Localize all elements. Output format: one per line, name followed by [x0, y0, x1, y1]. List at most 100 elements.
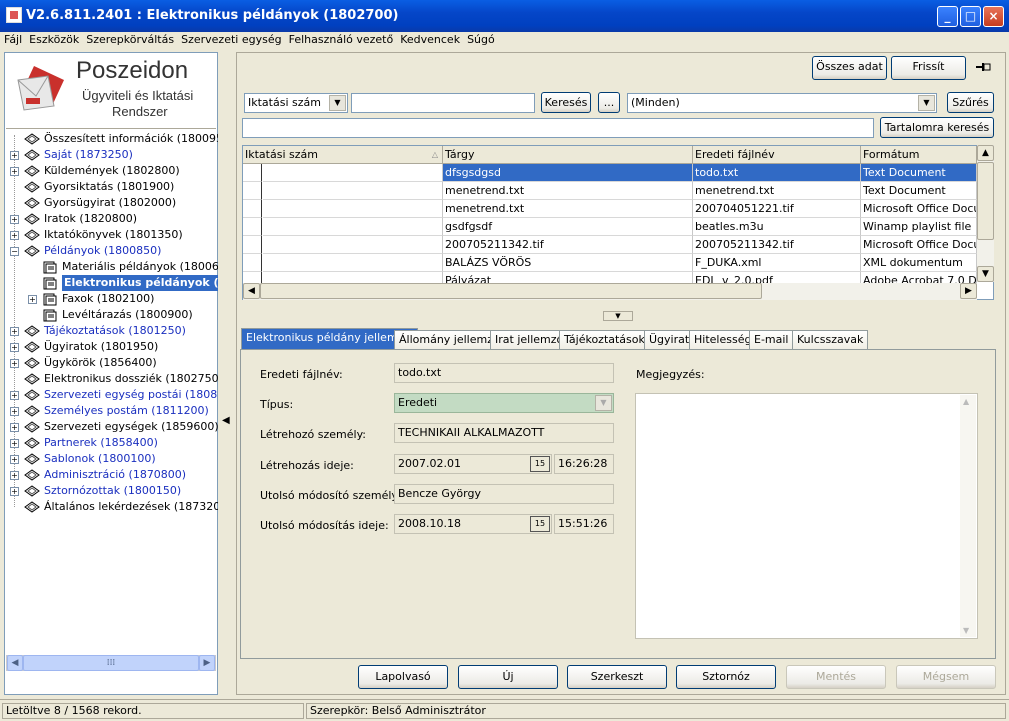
expand-icon[interactable]: +	[10, 359, 19, 368]
tree-item[interactable]: + Személyes postám (1811200)	[6, 403, 218, 419]
row-header[interactable]	[243, 182, 262, 200]
table-cell[interactable]: todo.txt	[693, 164, 861, 182]
calendar-icon[interactable]: 15	[530, 456, 550, 472]
expand-icon[interactable]: +	[10, 343, 19, 352]
expand-icon[interactable]: +	[10, 391, 19, 400]
edit-button[interactable]: Szerkeszt	[567, 665, 667, 689]
tree-item[interactable]: + Iktatókönyvek (1801350)	[6, 227, 218, 243]
table-cell[interactable]: Microsoft Office Docume	[861, 236, 977, 254]
tree-item[interactable]: + Tájékoztatások (1801250)	[6, 323, 218, 339]
column-header-eredeti-fajlnev[interactable]: Eredeti fájlnév	[693, 146, 861, 164]
chevron-down-icon[interactable]: ▼	[918, 95, 935, 111]
table-cell[interactable]: 200705211342.tif	[693, 236, 861, 254]
tab-authenticity[interactable]: Hitelesség	[689, 330, 757, 349]
app-icon[interactable]	[6, 7, 22, 23]
scroll-thumb[interactable]	[260, 283, 762, 299]
scroll-down-arrow-icon[interactable]: ▼	[977, 266, 994, 282]
close-button[interactable]: ×	[983, 6, 1004, 27]
tree-item[interactable]: + Sablonok (1800100)	[6, 451, 218, 467]
expand-icon[interactable]: +	[10, 231, 19, 240]
row-header[interactable]	[243, 200, 262, 218]
ellipsis-button[interactable]: ...	[598, 92, 620, 113]
scroll-thumb[interactable]: ⁞⁞⁞	[23, 655, 199, 671]
grid-horizontal-scrollbar[interactable]: ◀ ▶	[243, 283, 977, 300]
tree-item[interactable]: + Sztornózottak (1800150)	[6, 483, 218, 499]
grid-vertical-scrollbar[interactable]: ▲ ▼	[977, 145, 994, 282]
menu-file[interactable]: Fájl	[1, 32, 25, 48]
tree-item[interactable]: + Partnerek (1858400)	[6, 435, 218, 451]
expand-detail-button[interactable]: ▼	[603, 311, 633, 321]
scroll-down-arrow-icon[interactable]: ▼	[963, 626, 969, 635]
tree-item[interactable]: Összesített információk (1800950)	[6, 131, 218, 147]
minimize-button[interactable]: _	[937, 6, 958, 27]
tab-email[interactable]: E-mail	[749, 330, 794, 349]
calendar-icon[interactable]: 15	[530, 516, 550, 532]
table-cell[interactable]: Text Document	[861, 182, 977, 200]
search-input[interactable]	[351, 93, 535, 113]
scanner-button[interactable]: Lapolvasó	[358, 665, 448, 689]
table-cell[interactable]: XML dokumentum	[861, 254, 977, 272]
menu-user-leader[interactable]: Felhasználó vezető	[286, 32, 397, 48]
expand-icon[interactable]: +	[10, 327, 19, 336]
expand-icon[interactable]: +	[10, 407, 19, 416]
created-date-field[interactable]: 2007.02.01 15	[394, 454, 552, 474]
table-cell[interactable]: 200705211342.tif	[443, 236, 693, 254]
expand-icon[interactable]: +	[10, 423, 19, 432]
tree-item[interactable]: + Adminisztráció (1870800)	[6, 467, 218, 483]
menu-role-switch[interactable]: Szerepkörváltás	[83, 32, 177, 48]
tree-item[interactable]: + Szervezeti egység postái (1808000)	[6, 387, 218, 403]
chevron-down-icon[interactable]: ▼	[329, 95, 346, 111]
orig-name-field[interactable]: todo.txt	[394, 363, 614, 383]
scroll-thumb[interactable]	[977, 162, 994, 240]
content-search-button[interactable]: Tartalomra keresés	[880, 117, 994, 138]
tree-item[interactable]: Elektronikus példányok (18	[6, 275, 218, 291]
modifier-field[interactable]: Bencze György	[394, 484, 614, 504]
note-textarea[interactable]: ▲ ▼	[635, 393, 978, 639]
tree-item[interactable]: + Iratok (1820800)	[6, 211, 218, 227]
expand-icon[interactable]: +	[10, 215, 19, 224]
discard-button[interactable]: Mégsem	[896, 665, 996, 689]
modified-time-field[interactable]: 15:51:26	[554, 514, 614, 534]
creator-field[interactable]: TECHNIKAII ALKALMAZOTT	[394, 423, 614, 443]
tree-item[interactable]: Levéltárazás (1800900)	[6, 307, 218, 323]
tree-item[interactable]: − Példányok (1800850)	[6, 243, 218, 259]
table-cell[interactable]: BALÁZS VÖRÖS	[443, 254, 693, 272]
menu-org-unit[interactable]: Szervezeti egység	[178, 32, 284, 48]
scroll-up-arrow-icon[interactable]: ▲	[963, 397, 969, 406]
collapse-icon[interactable]: −	[10, 247, 19, 256]
refresh-button[interactable]: Frissít	[891, 56, 966, 80]
table-cell[interactable]	[263, 200, 443, 218]
tree-item[interactable]: + Ügykörök (1856400)	[6, 355, 218, 371]
tree-item[interactable]: Gyorsügyirat (1802000)	[6, 195, 218, 211]
scroll-left-arrow-icon[interactable]: ◀	[243, 283, 260, 299]
menu-tools[interactable]: Eszközök	[26, 32, 82, 48]
all-data-button[interactable]: Összes adat	[812, 56, 887, 80]
filter-button[interactable]: Szűrés	[947, 92, 994, 113]
note-scrollbar[interactable]: ▲ ▼	[960, 395, 976, 637]
table-cell[interactable]: menetrend.txt	[443, 182, 693, 200]
expand-icon[interactable]: +	[10, 167, 19, 176]
column-header-targy[interactable]: Tárgy	[443, 146, 693, 164]
expand-icon[interactable]: +	[10, 487, 19, 496]
filter-select[interactable]: (Minden) ▼	[627, 93, 937, 113]
table-cell[interactable]: dfsgsdgsd	[443, 164, 693, 182]
save-button[interactable]: Mentés	[786, 665, 886, 689]
table-cell[interactable]: beatles.m3u	[693, 218, 861, 236]
row-header[interactable]	[243, 218, 262, 236]
content-search-input[interactable]	[242, 118, 874, 138]
table-cell[interactable]: F_DUKA.xml	[693, 254, 861, 272]
scroll-left-arrow-icon[interactable]: ◀	[7, 655, 23, 671]
scroll-right-arrow-icon[interactable]: ▶	[960, 283, 977, 299]
collapse-left-icon[interactable]: ◀	[222, 415, 230, 427]
new-button[interactable]: Új	[458, 665, 558, 689]
tree-item[interactable]: Elektronikus dossziék (1802750)	[6, 371, 218, 387]
table-cell[interactable]: Text Document	[861, 164, 977, 182]
table-cell[interactable]	[263, 236, 443, 254]
column-header-formatum[interactable]: Formátum	[861, 146, 977, 164]
tree-item[interactable]: Materiális példányok (1800650)	[6, 259, 218, 275]
table-cell[interactable]	[263, 182, 443, 200]
tab-keywords[interactable]: Kulcsszavak	[792, 330, 869, 349]
expand-icon[interactable]: +	[10, 151, 19, 160]
expand-icon[interactable]: +	[10, 439, 19, 448]
column-header-iktatasi-szam[interactable]: Iktatási szám △	[243, 146, 443, 164]
